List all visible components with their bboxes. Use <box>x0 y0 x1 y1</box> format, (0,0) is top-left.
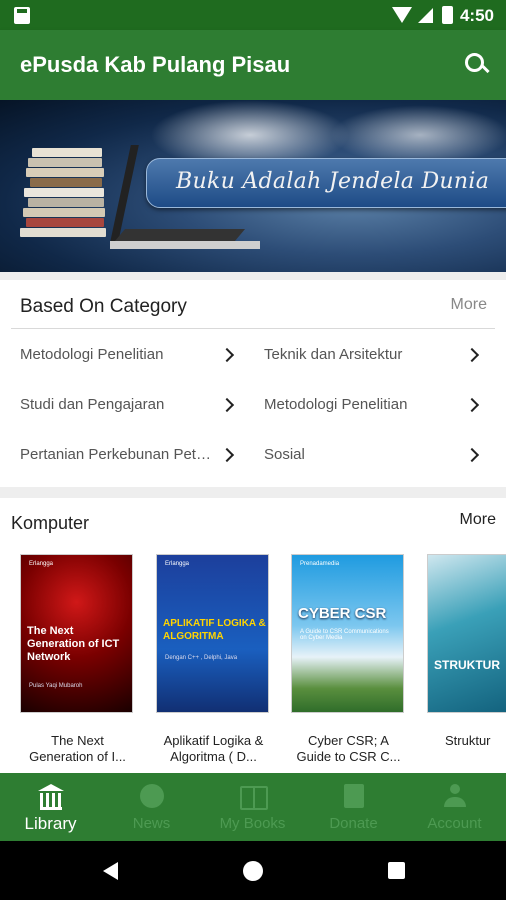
category-item[interactable]: Metodologi Penelitian <box>20 339 235 369</box>
komputer-section: Komputer More Erlangga The Next Generati… <box>0 498 506 774</box>
chevron-right-icon <box>221 447 235 461</box>
category-item-label: Metodologi Penelitian <box>264 395 408 413</box>
category-item[interactable]: Sosial <box>264 439 480 469</box>
chevron-right-icon <box>466 447 480 461</box>
nav-label: Donate <box>329 815 378 832</box>
battery-icon <box>442 6 453 24</box>
book-title: Aplikatif Logika & Algoritma ( D... <box>163 733 264 764</box>
chevron-right-icon <box>221 397 235 411</box>
book-title: Cyber CSR; A Guide to CSR C... <box>296 733 401 764</box>
divider <box>11 328 495 329</box>
signal-icon <box>418 8 433 23</box>
banner-caption: Buku Adalah Jendela Dunia <box>176 169 490 194</box>
nav-library[interactable]: Library <box>0 773 101 841</box>
status-bar: 4:50 <box>0 0 506 30</box>
book-card[interactable]: Erlangga APLIKATIF LOGIKA & ALGORITMA De… <box>156 554 271 765</box>
nav-my-books[interactable]: My Books <box>202 773 303 841</box>
category-section: Based On Category More Metodologi Peneli… <box>0 280 506 487</box>
book-cover: STRUKTUR <box>427 554 506 713</box>
category-item-label: Pertanian Perkebunan Peternakan <box>20 445 221 463</box>
hero-banner[interactable]: Buku Adalah Jendela Dunia <box>0 100 506 272</box>
recents-icon[interactable] <box>388 862 405 879</box>
back-icon[interactable] <box>103 862 118 880</box>
nav-label: Library <box>24 814 77 833</box>
category-heading: Based On Category <box>20 296 187 317</box>
bottom-navigation: Library News My Books Donate Account <box>0 773 506 841</box>
nav-label: My Books <box>219 815 286 832</box>
nav-news[interactable]: News <box>101 773 202 841</box>
chevron-right-icon <box>221 347 235 361</box>
nav-label: Account <box>427 815 482 832</box>
account-icon <box>442 784 468 808</box>
globe-icon <box>139 784 165 808</box>
category-item-label: Metodologi Penelitian <box>20 345 164 363</box>
komputer-heading: Komputer <box>11 513 90 533</box>
category-item-label: Teknik dan Arsitektur <box>264 345 403 363</box>
home-icon[interactable] <box>243 861 263 881</box>
app-title: ePusda Kab Pulang Pisau <box>20 52 291 77</box>
book-card[interactable]: Erlangga The Next Generation of ICT Netw… <box>20 554 135 765</box>
category-item-label: Sosial <box>264 445 305 463</box>
category-item[interactable]: Studi dan Pengajaran <box>20 389 235 419</box>
book-card[interactable]: STRUKTUR Struktur <box>427 554 506 765</box>
category-more-link[interactable]: More <box>451 296 487 314</box>
search-icon[interactable] <box>464 52 488 76</box>
status-time: 4:50 <box>459 6 494 25</box>
book-stack-image <box>20 148 110 248</box>
category-item[interactable]: Pertanian Perkebunan Peternakan <box>20 439 235 469</box>
chevron-right-icon <box>466 397 480 411</box>
sd-card-icon <box>14 7 30 24</box>
book-title: The Next Generation of I... <box>29 733 126 764</box>
donate-book-icon <box>341 784 367 808</box>
category-item[interactable]: Teknik dan Arsitektur <box>264 339 480 369</box>
nav-account[interactable]: Account <box>404 773 505 841</box>
book-cover: Prenadamedia CYBER CSR A Guide to CSR Co… <box>291 554 404 713</box>
nav-donate[interactable]: Donate <box>303 773 404 841</box>
komputer-more-link[interactable]: More <box>460 511 496 529</box>
system-navigation-bar <box>0 841 506 900</box>
wifi-icon <box>392 7 412 23</box>
chevron-right-icon <box>466 347 480 361</box>
app-bar: ePusda Kab Pulang Pisau <box>0 30 506 100</box>
book-cover: Erlangga The Next Generation of ICT Netw… <box>20 554 133 713</box>
category-item-label: Studi dan Pengajaran <box>20 395 165 413</box>
book-card[interactable]: Prenadamedia CYBER CSR A Guide to CSR Co… <box>291 554 406 765</box>
library-icon <box>38 784 64 810</box>
book-open-icon <box>240 784 268 810</box>
book-title: Struktur <box>445 733 491 748</box>
book-cover: Erlangga APLIKATIF LOGIKA & ALGORITMA De… <box>156 554 269 713</box>
category-item[interactable]: Metodologi Penelitian <box>264 389 480 419</box>
nav-label: News <box>132 815 171 832</box>
